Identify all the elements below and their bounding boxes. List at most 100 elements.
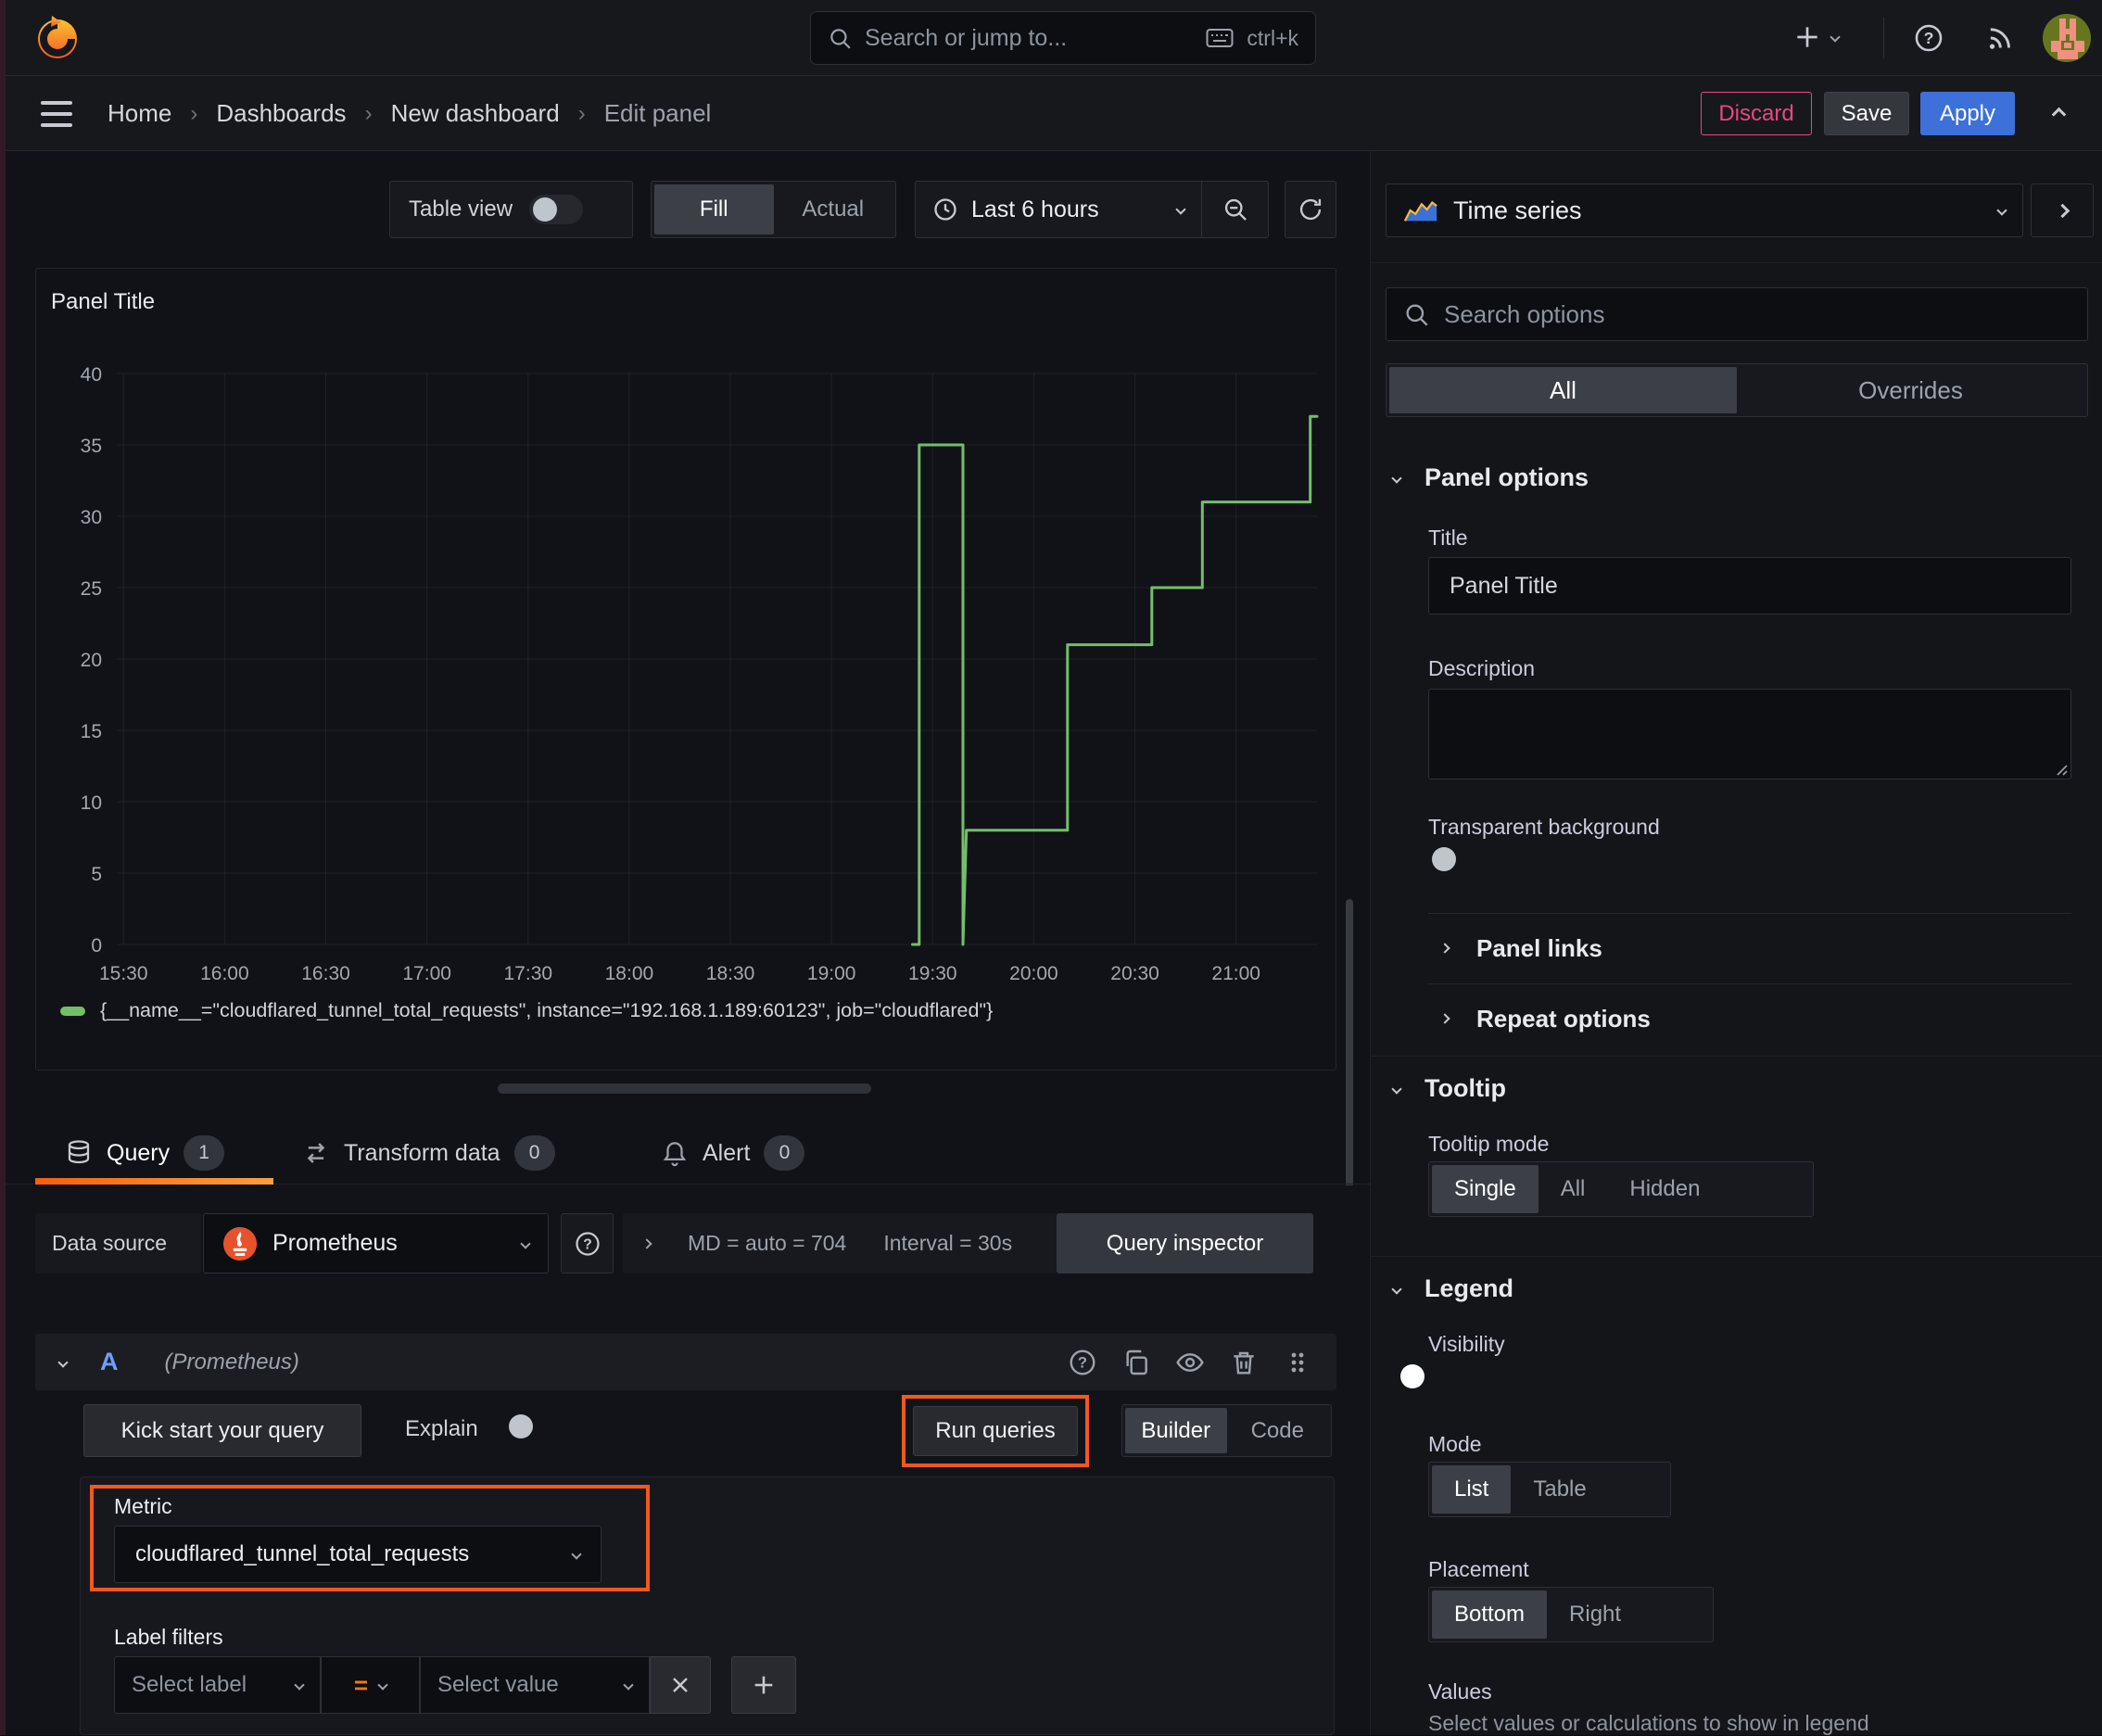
tab-alert-label: Alert xyxy=(703,1139,751,1166)
code-option[interactable]: Code xyxy=(1227,1408,1329,1453)
tab-overrides[interactable]: Overrides xyxy=(1737,367,2084,413)
select-value-dropdown[interactable]: Select value xyxy=(420,1656,650,1714)
legend-mode-list[interactable]: List xyxy=(1432,1465,1512,1514)
tab-alert[interactable]: Alert 0 xyxy=(661,1135,805,1171)
tab-query[interactable]: Query 1 xyxy=(65,1135,225,1171)
refresh-button[interactable] xyxy=(1285,181,1336,238)
toggle-knob xyxy=(533,197,558,222)
toggle-knob xyxy=(1400,1364,1425,1388)
plus-icon xyxy=(754,1676,773,1694)
help-button[interactable]: ? xyxy=(1913,22,1944,54)
visibility-label: Visibility xyxy=(1428,1332,1505,1356)
x-axis-tick: 17:30 xyxy=(504,963,553,984)
operator-dropdown[interactable]: = xyxy=(321,1656,420,1714)
legend-mode-table[interactable]: Table xyxy=(1511,1465,1608,1514)
time-range-picker[interactable]: Last 6 hours xyxy=(916,196,1201,223)
help-icon[interactable]: ? xyxy=(1068,1348,1097,1377)
chevron-down-icon xyxy=(571,1549,582,1560)
legend-placement-switch: Bottom Right xyxy=(1428,1587,1714,1642)
collapse-options-pane-button[interactable] xyxy=(2031,184,2094,237)
discard-button[interactable]: Discard xyxy=(1701,92,1812,135)
tab-transform-label: Transform data xyxy=(344,1139,500,1166)
search-placeholder: Search or jump to... xyxy=(865,24,1068,51)
apply-button[interactable]: Apply xyxy=(1920,92,2015,135)
chart-legend[interactable]: {__name__="cloudflared_tunnel_total_requ… xyxy=(60,999,993,1022)
zoom-out-icon xyxy=(1224,198,1247,221)
query-row-actions: ? xyxy=(1068,1348,1312,1377)
visualization-picker[interactable]: Time series xyxy=(1386,184,2023,237)
fill-option[interactable]: Fill xyxy=(654,184,774,234)
x-axis-tick: 19:00 xyxy=(807,963,856,984)
new-menu-button[interactable] xyxy=(1792,22,1841,52)
panel-links-section[interactable]: Panel links xyxy=(1439,926,1602,970)
search-input[interactable]: Search or jump to... ctrl+k xyxy=(810,11,1316,65)
toggle-visibility-eye-icon[interactable] xyxy=(1175,1348,1205,1377)
screen-edge-strip xyxy=(0,0,6,1735)
select-label-placeholder: Select label xyxy=(132,1672,247,1697)
zoom-out-button[interactable] xyxy=(1201,182,1268,237)
panel-options-header[interactable]: Panel options xyxy=(1391,463,1589,492)
chevron-down-icon xyxy=(377,1679,388,1691)
menu-button[interactable] xyxy=(41,100,78,128)
legend-header[interactable]: Legend xyxy=(1391,1274,1513,1303)
collapse-header-button[interactable] xyxy=(2051,107,2067,122)
tooltip-mode-all[interactable]: All xyxy=(1539,1165,1608,1213)
tab-transform-data[interactable]: Transform data 0 xyxy=(302,1135,555,1171)
news-button[interactable] xyxy=(1983,22,2015,54)
query-row-header[interactable]: A (Prometheus) ? xyxy=(35,1334,1336,1390)
toggle-knob xyxy=(509,1414,533,1438)
tab-all[interactable]: All xyxy=(1389,367,1737,413)
resize-handle-icon xyxy=(2057,765,2068,776)
time-series-chart[interactable]: 0 5 10 15 20 25 30 35 40 15:30 16:00 16:30 17:00 17:3… xyxy=(36,357,1337,996)
options-search-input[interactable]: Search options xyxy=(1386,287,2088,341)
search-icon xyxy=(830,29,851,49)
grafana-logo[interactable] xyxy=(33,13,82,61)
repeat-options-section[interactable]: Repeat options xyxy=(1439,996,1651,1041)
panel-resize-handle[interactable] xyxy=(498,1083,871,1094)
tooltip-header[interactable]: Tooltip xyxy=(1391,1074,1506,1103)
builder-option[interactable]: Builder xyxy=(1125,1408,1227,1453)
select-label-dropdown[interactable]: Select label xyxy=(114,1656,321,1714)
tooltip-mode-single[interactable]: Single xyxy=(1432,1165,1539,1213)
chevron-right-icon xyxy=(1439,1013,1450,1024)
add-filter-button[interactable] xyxy=(731,1656,796,1714)
breadcrumb-bar: Home › Dashboards › New dashboard › Edit… xyxy=(0,76,2102,151)
data-source-picker[interactable]: Prometheus xyxy=(203,1213,549,1273)
metric-label: Metric xyxy=(114,1494,172,1518)
actual-option[interactable]: Actual xyxy=(774,184,893,234)
breadcrumb-dashboards[interactable]: Dashboards xyxy=(216,99,346,128)
y-axis-tick: 30 xyxy=(81,507,102,528)
user-avatar[interactable] xyxy=(2043,14,2091,62)
legend-placement-right[interactable]: Right xyxy=(1547,1590,1643,1639)
duplicate-query-icon[interactable] xyxy=(1121,1348,1151,1377)
kick-start-query-button[interactable]: Kick start your query xyxy=(83,1404,361,1457)
legend-placement-bottom[interactable]: Bottom xyxy=(1432,1590,1548,1639)
description-textarea[interactable] xyxy=(1428,689,2071,779)
remove-filter-button[interactable] xyxy=(650,1656,711,1714)
breadcrumb-new-dashboard[interactable]: New dashboard xyxy=(391,99,560,128)
query-options-strip[interactable]: MD = auto = 704 Interval = 30s xyxy=(623,1213,1057,1273)
panel-title[interactable]: Panel Title xyxy=(51,289,155,315)
prometheus-icon xyxy=(222,1226,258,1261)
delete-query-trash-icon[interactable] xyxy=(1229,1348,1259,1377)
save-button[interactable]: Save xyxy=(1824,92,1909,135)
table-view-toggle[interactable] xyxy=(529,195,584,224)
chevron-down-icon xyxy=(1996,205,2007,216)
tooltip-mode-hidden[interactable]: Hidden xyxy=(1607,1165,1722,1213)
query-inspector-button[interactable]: Query inspector xyxy=(1057,1213,1313,1273)
active-tab-underline xyxy=(35,1178,273,1185)
pane-divider xyxy=(1371,262,2102,263)
drag-handle-icon[interactable] xyxy=(1283,1348,1312,1377)
breadcrumb-separator: › xyxy=(364,100,373,126)
data-source-help-button[interactable]: ? xyxy=(561,1213,614,1273)
breadcrumb-edit-panel: Edit panel xyxy=(603,99,712,127)
x-axis-tick: 20:00 xyxy=(1009,963,1058,984)
data-source-value: Prometheus xyxy=(272,1230,398,1256)
toggle-knob xyxy=(1432,847,1456,871)
breadcrumb-home[interactable]: Home xyxy=(108,99,171,128)
tab-alert-count: 0 xyxy=(764,1135,805,1171)
svg-text:?: ? xyxy=(1924,29,1934,47)
title-input[interactable]: Panel Title xyxy=(1428,557,2071,615)
run-queries-button[interactable]: Run queries xyxy=(913,1406,1078,1456)
metric-select[interactable]: cloudflared_tunnel_total_requests xyxy=(114,1526,601,1583)
